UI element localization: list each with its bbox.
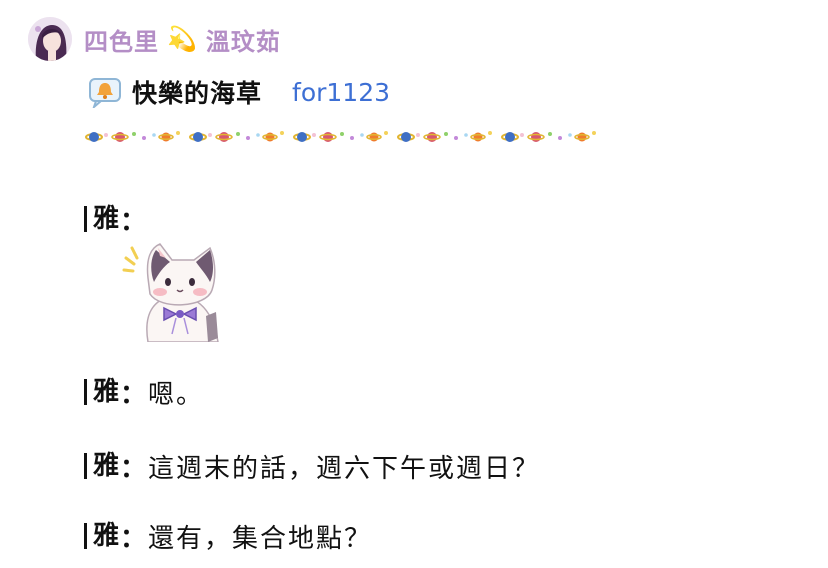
message-text: 這週末的話，週六下午或週日？ bbox=[148, 453, 541, 484]
author-name[interactable]: 四色里 bbox=[84, 22, 159, 57]
speaker-name: 雅 bbox=[84, 379, 120, 405]
speaker-name: 雅 bbox=[84, 523, 120, 549]
post-title-row: 快樂的海草 for1123 bbox=[88, 74, 390, 110]
post-tag[interactable]: for1123 bbox=[292, 78, 390, 107]
cat-sticker bbox=[122, 243, 219, 342]
message-text: 還有，集合地點？ bbox=[148, 523, 373, 554]
sparkle-icon: 💫 bbox=[167, 25, 198, 53]
message-text: 嗯。 bbox=[148, 379, 205, 410]
speaker-name: 雅 bbox=[84, 453, 120, 479]
speaker-colon: ： bbox=[120, 453, 147, 484]
speaker-colon: ： bbox=[120, 523, 147, 554]
post-title: 快樂的海草 bbox=[132, 79, 263, 108]
message-line: 雅 ： bbox=[84, 202, 148, 237]
message-line: 雅 ： 還有，集合地點？ bbox=[84, 519, 373, 554]
speaker-colon: ： bbox=[120, 206, 147, 237]
post-header: 四色里 💫 溫玟茹 bbox=[28, 16, 281, 62]
avatar[interactable] bbox=[28, 17, 72, 61]
speaker-colon: ： bbox=[120, 379, 147, 410]
message-line: 雅 ： 這週末的話，週六下午或週日？ bbox=[84, 449, 541, 484]
bell-icon bbox=[89, 78, 121, 108]
author-line: 四色里 💫 溫玟茹 bbox=[84, 22, 281, 57]
speaker-name: 雅 bbox=[84, 206, 120, 232]
message-line: 雅 ： 嗯。 bbox=[84, 375, 205, 410]
planet-divider bbox=[84, 126, 596, 148]
author-name-secondary[interactable]: 溫玟茹 bbox=[206, 22, 281, 57]
